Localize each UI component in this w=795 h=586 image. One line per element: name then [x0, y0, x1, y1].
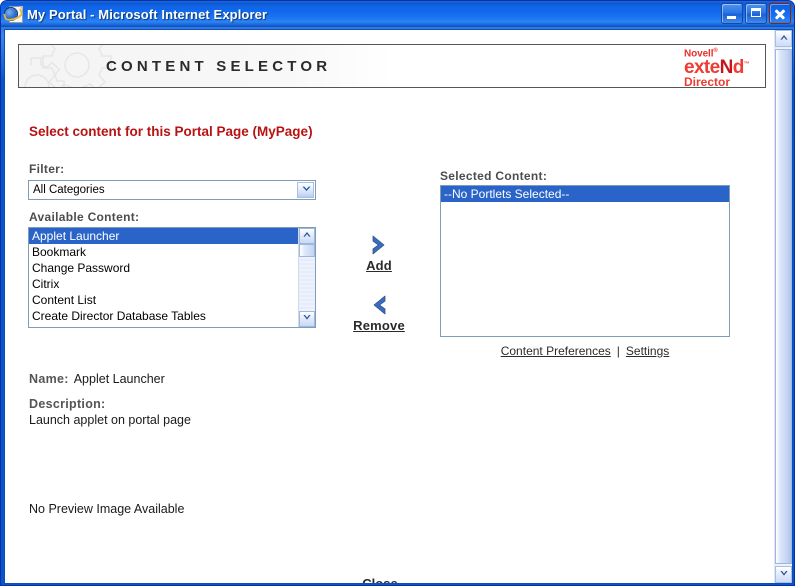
content-links: Content Preferences | Settings [440, 344, 730, 358]
available-content-label: Available Content: [29, 210, 140, 224]
available-content-listbox[interactable]: Applet Launcher Bookmark Change Password… [28, 227, 316, 328]
browser-window: My Portal - Microsoft Internet Explorer [0, 0, 795, 586]
selected-content-listbox[interactable]: --No Portlets Selected-- [440, 185, 730, 337]
detail-description-value: Launch applet on portal page [29, 413, 191, 427]
detail-name-label: Name: [29, 372, 69, 386]
remove-button[interactable]: Remove [334, 293, 424, 335]
scroll-track[interactable] [299, 244, 315, 311]
selected-content-items: --No Portlets Selected-- [441, 186, 729, 202]
list-item[interactable]: --No Portlets Selected-- [441, 186, 729, 202]
add-button-label: Add [366, 258, 392, 273]
maximize-icon [751, 8, 761, 17]
minimize-icon [727, 16, 736, 19]
detail-description-label: Description: [29, 397, 106, 411]
link-separator: | [616, 344, 620, 358]
remove-button-label: Remove [353, 318, 405, 333]
ie-document-icon [3, 5, 24, 23]
page-title: Select content for this Portal Page (MyP… [29, 124, 313, 139]
page-scroll-down-button[interactable] [775, 566, 792, 583]
detail-name-value: Applet Launcher [73, 372, 165, 386]
content-selector-banner: CONTENT SELECTOR Novell® exteNd™ Directo… [18, 44, 766, 88]
scroll-up-button[interactable] [299, 228, 315, 244]
window-controls [721, 3, 791, 24]
page-scrollbar[interactable] [774, 30, 792, 583]
preview-placeholder: No Preview Image Available [29, 502, 185, 516]
content-preferences-link[interactable]: Content Preferences [501, 344, 611, 358]
novell-extend-director-logo: Novell® exteNd™ Director [684, 48, 756, 88]
title-bar: My Portal - Microsoft Internet Explorer [1, 1, 794, 27]
page-scroll-up-button[interactable] [775, 30, 792, 47]
scroll-thumb[interactable] [299, 244, 315, 257]
logo-suite: Director [684, 75, 731, 88]
list-item[interactable]: Change Password [29, 260, 298, 276]
chevron-down-icon[interactable] [297, 182, 314, 198]
page-scroll-track[interactable] [775, 47, 792, 566]
chevron-right-icon [334, 233, 424, 257]
list-item[interactable]: Applet Launcher [29, 228, 298, 244]
selected-content-label: Selected Content: [440, 169, 548, 183]
banner-heading: CONTENT SELECTOR [106, 58, 332, 75]
list-item[interactable]: Create Director Database Tables [29, 308, 298, 324]
settings-link[interactable]: Settings [626, 344, 669, 358]
detail-name: Name: Applet Launcher [29, 372, 165, 386]
window-title: My Portal - Microsoft Internet Explorer [27, 6, 268, 22]
maximize-button[interactable] [745, 3, 767, 24]
list-item[interactable]: Bookmark [29, 244, 298, 260]
chevron-left-icon [334, 293, 424, 317]
scroll-down-button[interactable] [299, 311, 315, 327]
available-content-items: Applet Launcher Bookmark Change Password… [29, 228, 298, 327]
available-list-scrollbar[interactable] [298, 228, 315, 327]
browser-client-area: CONTENT SELECTOR Novell® exteNd™ Directo… [4, 29, 793, 584]
filter-selected-value: All Categories [33, 184, 105, 196]
minimize-button[interactable] [721, 3, 743, 24]
add-button[interactable]: Add [334, 233, 424, 275]
filter-label: Filter: [29, 162, 65, 176]
close-link-container: Close [5, 576, 755, 583]
close-window-button[interactable] [769, 3, 791, 24]
page-scroll-thumb[interactable] [775, 49, 792, 564]
list-item[interactable]: Content List [29, 292, 298, 308]
list-item[interactable]: Citrix [29, 276, 298, 292]
page-content: CONTENT SELECTOR Novell® exteNd™ Directo… [5, 30, 774, 583]
filter-select[interactable]: All Categories [28, 180, 316, 200]
close-link[interactable]: Close [362, 576, 397, 583]
